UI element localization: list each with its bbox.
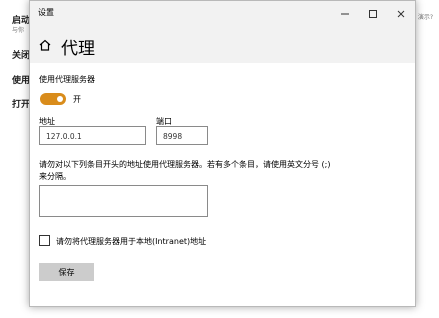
close-icon	[397, 10, 405, 18]
page-header: 代理	[30, 27, 415, 63]
minimize-button[interactable]	[331, 1, 359, 27]
exceptions-description: 请勿对以下列条目开头的地址使用代理服务器。若有多个条目，请使用英文分号 (;) …	[39, 160, 331, 181]
proxy-settings-dialog: 设置 代理 使用代理服务器 开 地址 127.0.0.1 端口 8998 请勿对…	[29, 0, 416, 307]
port-input[interactable]: 8998	[156, 126, 208, 145]
bg-right-text: 演示?	[417, 14, 433, 21]
maximize-button[interactable]	[359, 1, 387, 27]
minimize-icon	[341, 13, 349, 15]
save-button[interactable]: 保存	[39, 263, 94, 281]
window-title: 设置	[38, 8, 54, 17]
address-input[interactable]: 127.0.0.1	[39, 126, 146, 145]
page-title: 代理	[61, 39, 95, 59]
home-icon[interactable]	[38, 38, 52, 52]
bypass-local-label: 请勿将代理服务器用于本地(Intranet)地址	[56, 237, 207, 246]
maximize-icon	[369, 10, 377, 18]
exceptions-textarea[interactable]	[39, 185, 208, 217]
toggle-knob	[57, 96, 63, 102]
bypass-local-checkbox[interactable]	[39, 235, 50, 246]
bg-item-close: 关闭	[12, 51, 31, 61]
use-proxy-label: 使用代理服务器	[39, 75, 95, 84]
bg-item-subtext: 与你	[12, 27, 25, 34]
title-bar[interactable]: 设置	[30, 1, 415, 27]
close-button[interactable]	[387, 1, 415, 27]
bg-item-open: 打开	[12, 100, 31, 110]
use-proxy-toggle[interactable]	[40, 93, 66, 105]
bg-item-use: 使用	[12, 76, 31, 86]
toggle-state-label: 开	[73, 95, 81, 104]
